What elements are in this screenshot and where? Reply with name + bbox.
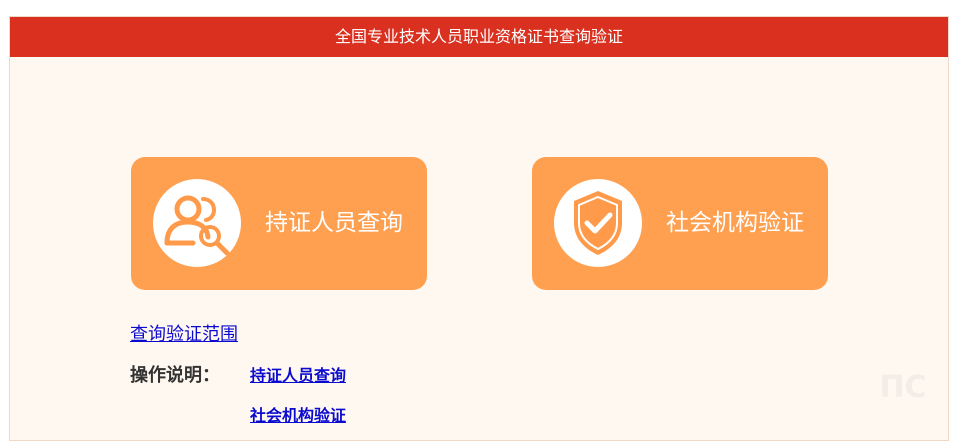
main-panel: 全国专业技术人员职业资格证书查询验证 持证人员查询 社会机构验证 查询验证范围 … (9, 16, 949, 441)
instructions-institution-verify-link[interactable]: 社会机构验证 (250, 402, 346, 426)
people-search-icon (164, 195, 230, 256)
query-scope-link[interactable]: 查询验证范围 (130, 320, 238, 346)
page-title: 全国专业技术人员职业资格证书查询验证 (10, 17, 948, 57)
instructions-holder-query-link[interactable]: 持证人员查询 (250, 362, 346, 386)
watermark-logo: ПС (879, 370, 927, 405)
holder-query-label: 持证人员查询 (265, 210, 403, 236)
icon-circle (554, 179, 642, 267)
holder-query-button[interactable]: 持证人员查询 (131, 157, 427, 290)
institution-verify-button[interactable]: 社会机构验证 (532, 157, 828, 290)
institution-verify-label: 社会机构验证 (666, 210, 804, 236)
shield-check-icon (574, 191, 622, 255)
instructions-label: 操作说明： (130, 365, 220, 386)
icon-circle (153, 179, 241, 267)
